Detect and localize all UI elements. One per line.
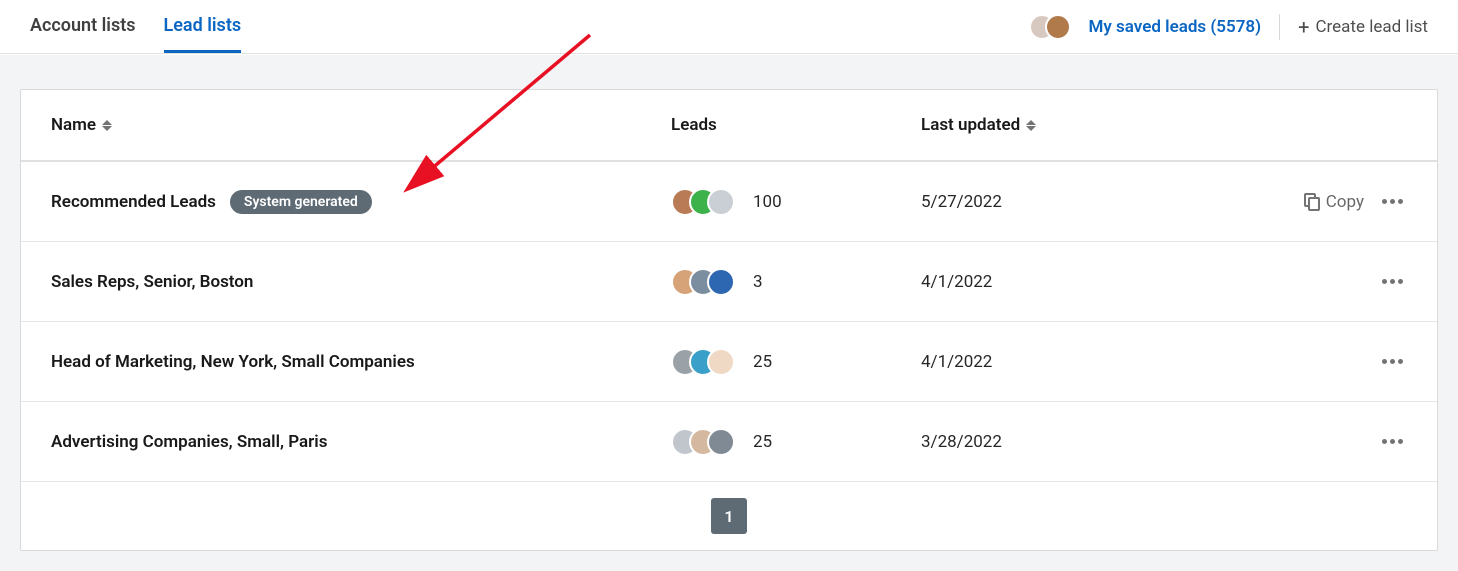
last-updated-cell: 3/28/2022 [921,432,1247,452]
copy-button[interactable]: Copy [1304,192,1364,212]
table-header-row: Name Leads Last updated [21,90,1437,162]
tab-account-lists[interactable]: Account lists [30,0,136,53]
last-updated-cell: 4/1/2022 [921,352,1247,372]
leads-cell: 25 [671,428,921,456]
list-name[interactable]: Head of Marketing, New York, Small Compa… [51,352,415,372]
lead-avatars [671,268,735,296]
lead-avatars [671,428,735,456]
column-header-leads-label: Leads [671,115,717,135]
avatar [707,428,735,456]
row-actions [1247,275,1407,288]
lead-lists-table: Name Leads Last updated Recommended Lead… [20,89,1438,551]
column-header-last-updated[interactable]: Last updated [921,115,1247,135]
leads-cell: 3 [671,268,921,296]
row-actions: Copy [1247,192,1407,212]
copy-label: Copy [1326,192,1364,212]
row-actions [1247,435,1407,448]
lead-count: 25 [753,432,772,452]
create-lead-list-label: Create lead list [1315,17,1428,37]
table-row[interactable]: Recommended Leads System generated 100 5/27… [21,162,1437,242]
avatar [707,348,735,376]
system-generated-badge: System generated [230,190,372,214]
leads-cell: 25 [671,348,921,376]
create-lead-list-button[interactable]: + Create lead list [1298,17,1428,37]
more-actions-button[interactable] [1378,355,1407,368]
table-row[interactable]: Advertising Companies, Small, Paris 25 3/2… [21,402,1437,482]
last-updated-cell: 4/1/2022 [921,272,1247,292]
lead-count: 100 [753,192,782,212]
more-actions-button[interactable] [1378,435,1407,448]
top-right-actions: My saved leads (5578) + Create lead list [1029,14,1428,40]
sort-icon [102,118,116,132]
sort-icon [1026,118,1040,132]
lead-count: 3 [753,272,763,292]
list-name[interactable]: Recommended Leads [51,192,216,212]
list-name[interactable]: Advertising Companies, Small, Paris [51,432,327,452]
column-header-name[interactable]: Name [51,115,671,135]
lead-avatars [671,188,735,216]
lead-count: 25 [753,352,772,372]
divider [1279,14,1280,40]
tab-lead-lists[interactable]: Lead lists [164,0,242,53]
content-area: Name Leads Last updated Recommended Lead… [0,55,1458,571]
table-row[interactable]: Sales Reps, Senior, Boston 3 4/1/2022 [21,242,1437,322]
my-saved-leads-link[interactable]: My saved leads (5578) [1089,17,1262,37]
column-header-name-label: Name [51,115,96,135]
list-name-cell: Sales Reps, Senior, Boston [51,272,671,292]
more-actions-button[interactable] [1378,275,1407,288]
avatar [707,268,735,296]
plus-icon: + [1298,17,1309,37]
row-actions [1247,355,1407,368]
last-updated-cell: 5/27/2022 [921,192,1247,212]
copy-icon [1304,193,1320,211]
leads-cell: 100 [671,188,921,216]
list-name-cell: Head of Marketing, New York, Small Compa… [51,352,671,372]
more-actions-button[interactable] [1378,195,1407,208]
pagination: 1 [21,482,1437,550]
top-tab-bar: Account lists Lead lists My saved leads … [0,0,1458,54]
avatar [707,188,735,216]
list-name-cell: Recommended Leads System generated [51,190,671,214]
avatar [1045,14,1071,40]
list-name-cell: Advertising Companies, Small, Paris [51,432,671,452]
lead-avatars [671,348,735,376]
list-name[interactable]: Sales Reps, Senior, Boston [51,272,253,292]
saved-leads-avatars [1029,14,1071,40]
column-header-last-updated-label: Last updated [921,115,1020,135]
table-row[interactable]: Head of Marketing, New York, Small Compa… [21,322,1437,402]
tabs: Account lists Lead lists [30,0,241,53]
page-1-button[interactable]: 1 [711,498,747,534]
column-header-leads: Leads [671,115,921,135]
